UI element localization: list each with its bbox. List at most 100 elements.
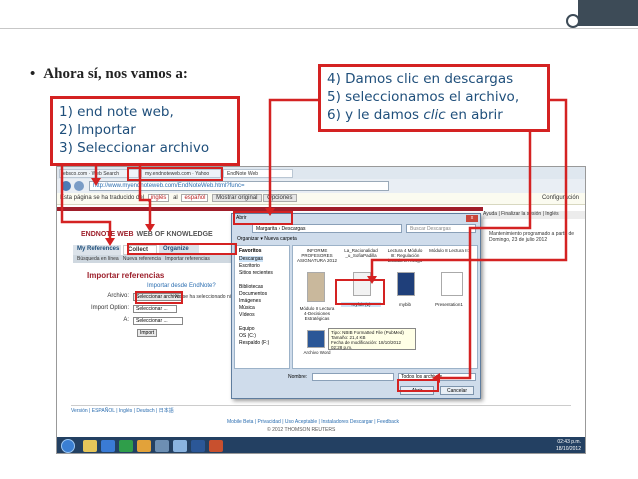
import-option-select[interactable]: Seleccionar ... (133, 305, 177, 313)
sidebar-item-drive-c[interactable]: OS (C:) (239, 333, 256, 339)
sidebar-item-libraries[interactable]: Bibliotecas (239, 284, 263, 290)
word-file-icon[interactable] (307, 330, 325, 348)
maintenance-notice: Mantenimiento programado a partir de Dom… (489, 231, 575, 243)
word-icon[interactable] (191, 440, 205, 452)
step-6-text: 6) y le damos clic en abrir (327, 107, 503, 123)
dialog-path[interactable]: Margarita › Descargas (252, 224, 402, 233)
step-4: 4) Damos clic en descargas (327, 71, 514, 87)
endnote-page: ENDNOTE WEB WEB OF KNOWLEDGE My Reference… (57, 205, 585, 437)
endnote-subtitle: WEB OF KNOWLEDGE (136, 231, 213, 238)
file-item[interactable]: Archivo Word (297, 350, 337, 355)
step-6: 6) y le damos clic en abrir (327, 106, 541, 124)
right-nav: Ayuda | Finalizar la sesión | Inglés (483, 211, 585, 219)
address-bar[interactable]: http://www.myendnoteweb.com/EndNoteWeb.h… (89, 181, 389, 191)
explorer-icon[interactable] (83, 440, 97, 452)
help-link[interactable]: Ayuda (483, 211, 497, 217)
clock: 02:43 p.m. 18/10/2012 (556, 439, 581, 453)
translate-from-select[interactable]: inglés (147, 194, 170, 202)
address-row: http://www.myendnoteweb.com/EndNoteWeb.h… (57, 179, 585, 193)
browser-tab-active[interactable]: EndNote Web (223, 169, 293, 178)
sidebar-item-downloads[interactable]: Descargas (239, 256, 263, 262)
logout-link[interactable]: Finalizar la sesión (501, 211, 541, 217)
tooltip-line: Fecha de modificación: 18/10/2012 02:28 … (331, 340, 402, 350)
to-label: A: (123, 317, 129, 323)
cancel-button[interactable]: Cancelar (440, 386, 474, 395)
sidebar-item-recent[interactable]: Sitios recientes (239, 270, 273, 276)
start-button-icon[interactable] (61, 439, 75, 453)
footer-links[interactable]: Mobile Beta | Privacidad | Uso Aceptable… (227, 419, 399, 425)
forward-icon[interactable] (74, 181, 84, 191)
chrome-icon[interactable] (137, 440, 151, 452)
slide-header-block (578, 0, 638, 26)
close-icon[interactable]: x (466, 215, 478, 222)
annotation-browser-tab (127, 167, 223, 181)
sidebar-item-videos[interactable]: Vídeos (239, 312, 255, 318)
file-item[interactable]: Módulo II Lectura 4-Decisiones Estratégi… (297, 306, 337, 321)
translate-to-label: al (173, 195, 178, 201)
embedded-screenshot: ebsco.com · Web Search my.endnoteweb.com… (56, 166, 586, 454)
file-item[interactable]: mybib (385, 302, 425, 307)
settings-link[interactable]: Configuración (542, 193, 579, 204)
footer-lang[interactable]: 日本語 (159, 408, 174, 414)
to-select[interactable]: Seleccionar ... (133, 317, 183, 325)
footer-lang[interactable]: ESPAÑOL (92, 408, 115, 414)
filename-input[interactable] (312, 373, 394, 381)
sidebar-item-desktop[interactable]: Escritorio (239, 263, 260, 269)
sidebar-item-images[interactable]: Imágenes (239, 298, 261, 304)
translate-to-select[interactable]: español (181, 194, 209, 202)
language-link[interactable]: Inglés (545, 211, 558, 217)
powerpoint-icon[interactable] (209, 440, 223, 452)
footer-lang[interactable]: Deutsch (136, 408, 154, 414)
dialog-file-list: INFORME PROFESORES ASIGNATURA 2012 La_Ra… (292, 245, 478, 369)
annotation-downloads (233, 211, 293, 225)
taskbar: 02:43 p.m. 18/10/2012 (57, 437, 585, 453)
file-item[interactable]: Módulo 8 Lectura II: (429, 248, 469, 253)
back-icon[interactable] (61, 181, 71, 191)
step-3: 3) Seleccionar archivo (59, 140, 210, 156)
step-5: 5) seleccionamos el archivo, (327, 89, 520, 105)
dialog-toolbar[interactable]: Organizar ▾ Nueva carpeta (234, 235, 480, 244)
file-note: No se ha seleccionado ni... (175, 294, 236, 300)
sidebar-item-music[interactable]: Música (239, 305, 255, 311)
annotation-file (335, 279, 385, 305)
options-button[interactable]: Opciones (263, 194, 297, 202)
dialog-search-input[interactable]: Buscar Descargas (406, 224, 476, 233)
file-item[interactable]: Presentation1 (429, 302, 469, 307)
sidebar-item-documents[interactable]: Documentos (239, 291, 267, 297)
file-item[interactable]: Lectura 4 Módulo III: Regulación basada … (385, 248, 425, 263)
annotation-open-button (397, 379, 439, 392)
sidebar-item-drive-f[interactable]: Respaldo (F:) (239, 340, 269, 346)
app-icon[interactable] (155, 440, 169, 452)
import-link[interactable]: Importar desde EndNote? (147, 283, 216, 289)
footer-lang[interactable]: Versión (71, 408, 88, 414)
steps-box-right: 4) Damos clic en descargas 5) selecciona… (318, 64, 550, 132)
file-item[interactable]: INFORME PROFESORES ASIGNATURA 2012 (297, 248, 337, 263)
show-original-button[interactable]: Mostrar original (212, 194, 262, 202)
clock-time: 02:43 p.m. (557, 439, 581, 445)
slide-header-line (0, 28, 638, 29)
subnav-import[interactable]: Importar referencias (165, 256, 210, 262)
step-2: 2) Importar (59, 122, 136, 138)
favorites-label: Favoritos (239, 248, 262, 254)
subnav-online-search[interactable]: Búsqueda en línea (77, 256, 119, 262)
footer-lang[interactable]: Inglés (119, 408, 132, 414)
app-icon[interactable] (173, 440, 187, 452)
file-label: Archivo: (107, 293, 129, 299)
import-button[interactable]: Import (137, 329, 158, 337)
translate-bar: Esta página se ha traducido del inglés a… (57, 193, 585, 205)
file-thumbnail (307, 272, 325, 302)
translate-text: Esta página se ha traducido del (60, 195, 145, 201)
file-tooltip: Tipo: NBIB Formatted File (PubMed) Tamañ… (328, 328, 416, 350)
slide-header-ring (566, 14, 580, 28)
dialog-sidebar: Favoritos Descargas Escritorio Sitios re… (234, 245, 290, 369)
sidebar-item-computer[interactable]: Equipo (239, 326, 255, 332)
bullet-line: • Ahora sí, nos vamos a: (30, 66, 188, 83)
bullet-text: Ahora sí, nos vamos a: (43, 66, 188, 82)
media-icon[interactable] (119, 440, 133, 452)
subnav-new-reference[interactable]: Nueva referencia (123, 256, 161, 262)
ie-icon[interactable] (101, 440, 115, 452)
steps-box-left: 1) end note web, 2) Importar 3) Seleccio… (50, 96, 240, 166)
file-item[interactable]: La_Racionalidad _u_SofiaPadilla (341, 248, 381, 258)
bullet-icon: • (30, 66, 36, 82)
tab-my-references[interactable]: My References (73, 245, 121, 255)
